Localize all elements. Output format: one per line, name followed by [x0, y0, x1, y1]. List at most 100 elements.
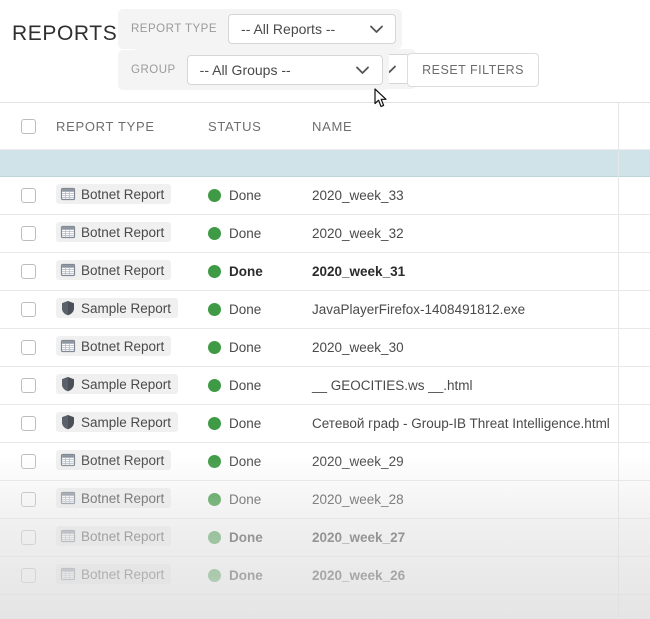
group-select[interactable]: -- All Groups -- — [186, 55, 383, 85]
row-checkbox[interactable] — [20, 188, 36, 203]
shield-report-icon — [62, 301, 74, 316]
status-text: Done — [229, 492, 262, 507]
table-row[interactable]: Botnet Report Done 2020_week_32 — [0, 215, 650, 253]
status-dot-icon — [208, 569, 221, 582]
table-row[interactable]: Sample Report Done __ GEOCITIES.ws __.html — [0, 367, 650, 405]
table-report-icon — [60, 263, 76, 277]
filter-group-label: GROUP — [131, 64, 176, 76]
status-dot-icon — [208, 493, 221, 506]
cell-report-type: Botnet Report — [56, 450, 208, 473]
report-type-text: Botnet Report — [81, 490, 165, 506]
report-name: 2020_week_30 — [312, 339, 404, 355]
column-header-name[interactable]: NAME — [312, 119, 650, 134]
column-header-report-type[interactable]: REPORT TYPE — [56, 119, 208, 134]
row-checkbox[interactable] — [20, 568, 36, 583]
report-type-text: Sample Report — [81, 300, 172, 316]
cell-name: 2020_week_26 — [312, 567, 650, 585]
report-type-badge: Botnet Report — [56, 336, 172, 356]
report-type-text: Botnet Report — [81, 224, 165, 240]
row-checkbox[interactable] — [20, 492, 36, 507]
report-name: 2020_week_27 — [312, 529, 406, 545]
report-type-badge: Botnet Report — [56, 260, 172, 280]
cell-status: Done — [208, 568, 312, 583]
status-dot-icon — [208, 379, 221, 392]
reset-filters-button[interactable]: RESET FILTERS — [407, 53, 540, 87]
report-type-badge: Botnet Report — [56, 526, 172, 546]
table-row[interactable]: Botnet Report Done 2020_week_27 — [0, 519, 650, 557]
row-select-cell — [0, 454, 56, 469]
cell-status: Done — [208, 226, 312, 241]
chevron-down-icon[interactable] — [363, 25, 395, 34]
report-type-text: Botnet Report — [81, 566, 165, 582]
status-text: Done — [229, 226, 262, 241]
report-type-badge: Botnet Report — [56, 184, 172, 204]
filter-report-type: REPORT TYPE -- All Reports -- — [118, 9, 403, 49]
report-type-badge: Sample Report — [56, 412, 179, 432]
row-checkbox[interactable] — [20, 378, 36, 393]
cell-name: 2020_week_27 — [312, 529, 650, 547]
report-type-badge: Botnet Report — [56, 222, 172, 242]
table-row[interactable]: Botnet Report Done 2020_week_33 — [0, 177, 650, 215]
cell-report-type: Botnet Report — [56, 336, 208, 359]
status-dot-icon — [208, 455, 221, 468]
row-select-cell — [0, 416, 56, 431]
row-select-cell — [0, 226, 56, 241]
report-type-badge: Sample Report — [56, 374, 179, 394]
report-name: 2020_week_29 — [312, 453, 404, 469]
row-select-cell — [0, 302, 56, 317]
cell-name: __ GEOCITIES.ws __.html — [312, 377, 650, 395]
status-dot-icon — [208, 265, 221, 278]
row-checkbox[interactable] — [20, 416, 36, 431]
cell-status: Done — [208, 302, 312, 317]
row-checkbox[interactable] — [20, 340, 36, 355]
cell-name: JavaPlayerFirefox-1408491812.exe — [312, 301, 650, 319]
row-select-cell — [0, 264, 56, 279]
report-type-text: Sample Report — [81, 414, 172, 430]
table-row[interactable]: Sample Report Done JavaPlayerFirefox-14084… — [0, 291, 650, 329]
table-row[interactable]: Botnet Report Done 2020_week_31 — [0, 253, 650, 291]
table-row[interactable]: Botnet Report Done 2020_week_26 — [0, 557, 650, 595]
cell-report-type: Botnet Report — [56, 260, 208, 283]
table-row[interactable]: Botnet Report Done 2020_week_30 — [0, 329, 650, 367]
report-name: 2020_week_32 — [312, 225, 404, 241]
report-name: 2020_week_33 — [312, 187, 404, 203]
report-type-badge: Botnet Report — [56, 564, 172, 584]
filter-row-secondary: GROUP -- All Groups -- RESET FILTERS — [118, 50, 540, 90]
report-type-text: Botnet Report — [81, 186, 165, 202]
row-checkbox[interactable] — [20, 264, 36, 279]
table-report-icon — [60, 225, 76, 239]
row-checkbox[interactable] — [20, 530, 36, 545]
table-row[interactable]: Botnet Report Done 2020_week_28 — [0, 481, 650, 519]
report-type-select[interactable]: -- All Reports -- — [228, 14, 397, 44]
column-header-status[interactable]: STATUS — [208, 119, 312, 134]
table-header-row: REPORT TYPE STATUS NAME — [0, 103, 650, 150]
status-dot-icon — [208, 341, 221, 354]
status-badge: Done — [208, 188, 312, 203]
cell-report-type: Botnet Report — [56, 488, 208, 511]
table-report-icon — [60, 567, 76, 581]
table-row[interactable]: Sample Report Done Сетевой граф - Group-IB… — [0, 405, 650, 443]
selected-row-highlight[interactable] — [0, 150, 650, 177]
shield-report-icon — [62, 377, 74, 392]
row-checkbox[interactable] — [20, 454, 36, 469]
status-dot-icon — [208, 303, 221, 316]
report-name: __ GEOCITIES.ws __.html — [312, 377, 473, 393]
report-name: JavaPlayerFirefox-1408491812.exe — [312, 301, 526, 317]
table-row[interactable]: Botnet Report Done 2020_week_29 — [0, 443, 650, 481]
table-body: Botnet Report Done 2020_week_33 Botnet Repo… — [0, 177, 650, 595]
row-checkbox[interactable] — [20, 302, 36, 317]
page-title: REPORTS — [12, 22, 118, 45]
chevron-down-icon[interactable] — [350, 66, 382, 75]
status-text: Done — [229, 530, 263, 545]
row-select-cell — [0, 188, 56, 203]
select-all-checkbox[interactable] — [20, 118, 36, 134]
cell-report-type: Botnet Report — [56, 184, 208, 207]
reports-table: REPORT TYPE STATUS NAME Botnet Report Don… — [0, 103, 650, 595]
status-badge: Done — [208, 264, 312, 279]
cell-status: Done — [208, 530, 312, 545]
status-dot-icon — [208, 227, 221, 240]
status-badge: Done — [208, 454, 312, 469]
row-checkbox[interactable] — [20, 226, 36, 241]
status-text: Done — [229, 188, 262, 203]
table-report-icon — [60, 187, 76, 201]
